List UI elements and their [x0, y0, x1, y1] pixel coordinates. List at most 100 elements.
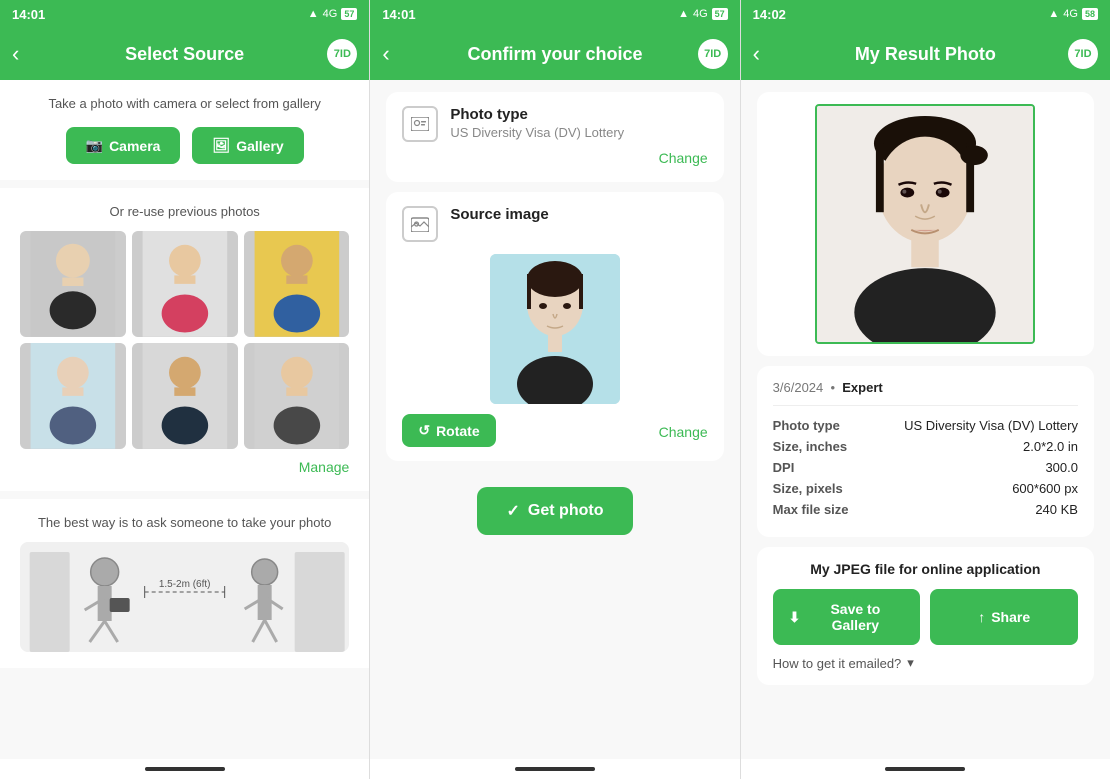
header-2: ‹ Confirm your choice 7ID	[370, 28, 739, 80]
rotate-icon: ↺	[418, 422, 430, 439]
photo-type-label: Photo type	[450, 106, 707, 123]
get-photo-label: Get photo	[528, 502, 604, 520]
photo-thumb-2[interactable]	[132, 231, 238, 337]
meta-val-2: 300.0	[1045, 460, 1078, 475]
result-photo-frame	[815, 104, 1035, 344]
action-buttons: ⬇ Save to Gallery ↑ Share	[773, 589, 1078, 645]
photo-thumb-1[interactable]	[20, 231, 126, 337]
source-image-preview	[490, 254, 620, 404]
rotate-label: Rotate	[436, 423, 480, 439]
meta-row-2: DPI 300.0	[773, 460, 1078, 475]
tip-illustration: 1.5-2m (6ft)	[20, 542, 349, 652]
expert-badge: Expert	[842, 380, 882, 395]
person-photo-3	[244, 231, 350, 337]
photo-type-info: Photo type US Diversity Visa (DV) Lotter…	[450, 106, 707, 140]
header-1: ‹ Select Source 7ID	[0, 28, 369, 80]
file-title: My JPEG file for online application	[773, 561, 1078, 577]
source-image-card: Source image	[386, 192, 723, 461]
manage-link[interactable]: Manage	[20, 459, 349, 475]
back-button-1[interactable]: ‹	[12, 41, 42, 67]
photo-thumb-4[interactable]	[20, 343, 126, 449]
back-button-2[interactable]: ‹	[382, 41, 412, 67]
logo-3: 7ID	[1068, 39, 1098, 69]
home-indicator-2	[515, 767, 595, 771]
back-button-3[interactable]: ‹	[753, 41, 783, 67]
header-3: ‹ My Result Photo 7ID	[741, 28, 1110, 80]
header-title-3: My Result Photo	[783, 44, 1068, 65]
screen-confirm: 14:01 ▲ 4G 57 ‹ Confirm your choice 7ID	[370, 0, 740, 779]
meta-row-4: Max file size 240 KB	[773, 502, 1078, 517]
battery-2: 57	[712, 8, 728, 20]
status-bar-2: 14:01 ▲ 4G 57	[370, 0, 739, 28]
meta-table: Photo type US Diversity Visa (DV) Lotter…	[773, 418, 1078, 517]
meta-key-0: Photo type	[773, 418, 863, 433]
source-buttons: 📷 Camera 🖼 Gallery	[20, 127, 349, 164]
logo-2: 7ID	[698, 39, 728, 69]
person-photo-4	[20, 343, 126, 449]
email-link[interactable]: How to get it emailed? ▾	[773, 655, 1078, 671]
gallery-label: Gallery	[236, 138, 283, 154]
status-bar-3: 14:02 ▲ 4G 58	[741, 0, 1110, 28]
change-source-image[interactable]: Change	[659, 424, 708, 440]
date-value: 3/6/2024	[773, 380, 824, 395]
email-label: How to get it emailed?	[773, 656, 902, 671]
meta-row-1: Size, inches 2.0*2.0 in	[773, 439, 1078, 454]
svg-text:1.5-2m (6ft): 1.5-2m (6ft)	[159, 579, 211, 590]
bottom-bar-2	[370, 759, 739, 779]
photo-thumb-5[interactable]	[132, 343, 238, 449]
person-photo-5	[132, 343, 238, 449]
meta-val-3: 600*600 px	[1012, 481, 1078, 496]
meta-date: 3/6/2024 • Expert	[773, 380, 1078, 406]
meta-val-1: 2.0*2.0 in	[1023, 439, 1078, 454]
screens-container: 14:01 ▲ 4G 57 ‹ Select Source 7ID Take a…	[0, 0, 1110, 779]
camera-button[interactable]: 📷 Camera	[66, 127, 181, 164]
tip-title: The best way is to ask someone to take y…	[20, 515, 349, 530]
network-type-1: 4G	[323, 8, 338, 20]
source-image-icon	[402, 206, 438, 242]
battery-1: 57	[341, 8, 357, 20]
screen2-body: Photo type US Diversity Visa (DV) Lotter…	[370, 80, 739, 759]
screen1-body: Take a photo with camera or select from …	[0, 80, 369, 759]
home-indicator-3	[885, 767, 965, 771]
status-time-2: 14:01	[382, 7, 415, 22]
checkmark-icon: ✓	[507, 501, 520, 521]
meta-val-4: 240 KB	[1035, 502, 1078, 517]
header-title-1: Select Source	[42, 44, 327, 65]
source-image-row: Source image	[402, 206, 707, 242]
network-type-3: 4G	[1063, 8, 1078, 20]
source-section: Take a photo with camera or select from …	[0, 80, 369, 180]
photo-type-value: US Diversity Visa (DV) Lottery	[450, 125, 707, 140]
person-photo-6	[244, 343, 350, 449]
rotate-button[interactable]: ↺ Rotate	[402, 414, 495, 447]
camera-label: Camera	[109, 138, 160, 154]
meta-val-0: US Diversity Visa (DV) Lottery	[904, 418, 1078, 433]
file-card: My JPEG file for online application ⬇ Sa…	[757, 547, 1094, 685]
share-button[interactable]: ↑ Share	[930, 589, 1078, 645]
photo-type-row: Photo type US Diversity Visa (DV) Lotter…	[402, 106, 707, 142]
chevron-down-icon: ▾	[907, 655, 914, 671]
result-photo-card	[757, 92, 1094, 356]
photo-type-card: Photo type US Diversity Visa (DV) Lotter…	[386, 92, 723, 182]
status-icons-3: ▲ 4G 58	[1048, 8, 1098, 20]
get-photo-button[interactable]: ✓ Get photo	[477, 487, 634, 535]
status-bar-1: 14:01 ▲ 4G 57	[0, 0, 369, 28]
signal-icon-2: ▲	[678, 8, 689, 20]
share-label: Share	[991, 609, 1030, 625]
bottom-bar-1	[0, 759, 369, 779]
meta-row-0: Photo type US Diversity Visa (DV) Lotter…	[773, 418, 1078, 433]
camera-icon: 📷	[86, 137, 103, 154]
tip-section: The best way is to ask someone to take y…	[0, 499, 369, 668]
gallery-button[interactable]: 🖼 Gallery	[192, 127, 303, 164]
get-photo-wrapper: ✓ Get photo	[386, 471, 723, 551]
save-to-gallery-button[interactable]: ⬇ Save to Gallery	[773, 589, 921, 645]
photo-thumb-6[interactable]	[244, 343, 350, 449]
meta-key-3: Size, pixels	[773, 481, 863, 496]
photo-thumb-3[interactable]	[244, 231, 350, 337]
bottom-bar-3	[741, 759, 1110, 779]
change-photo-type[interactable]: Change	[659, 150, 708, 166]
photo-type-icon	[402, 106, 438, 142]
signal-icon-3: ▲	[1048, 8, 1059, 20]
battery-3: 58	[1082, 8, 1098, 20]
meta-row-3: Size, pixels 600*600 px	[773, 481, 1078, 496]
save-label: Save to Gallery	[806, 601, 904, 633]
